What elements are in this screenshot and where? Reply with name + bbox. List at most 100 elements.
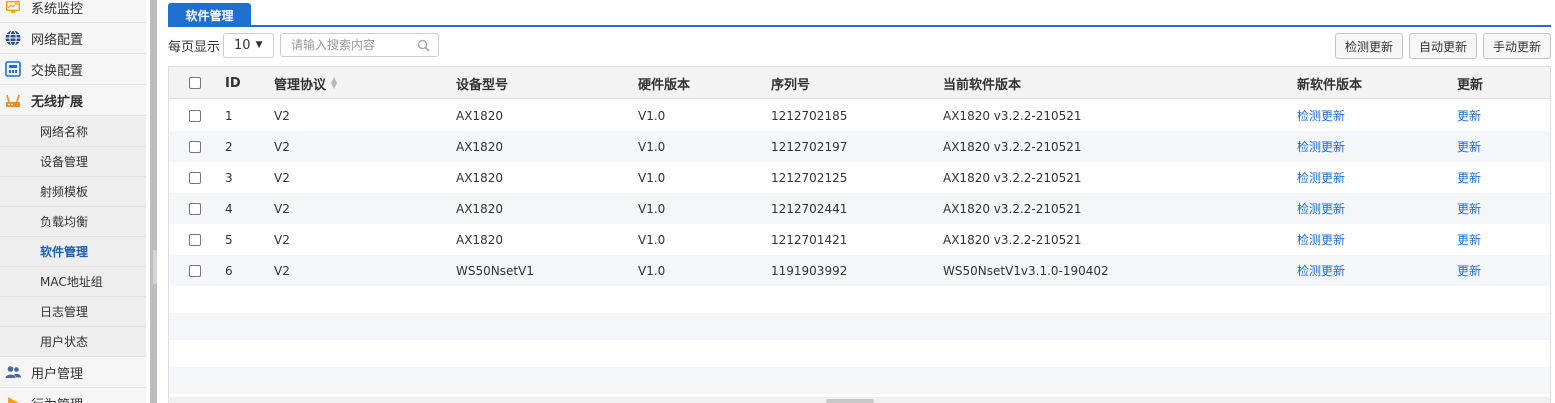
row-checkbox[interactable]	[189, 264, 201, 277]
empty-row	[169, 286, 1550, 313]
update-link[interactable]: 更新	[1457, 224, 1481, 255]
select-all-checkbox[interactable]	[189, 77, 201, 89]
table-row[interactable]: 5 V2 AX1820 V1.0 1212701421 AX1820 v3.2.2-210…	[169, 224, 1550, 255]
cell-serial: 1212701421	[771, 232, 848, 247]
cell-protocol: V2	[274, 201, 290, 216]
auto-update-button[interactable]: 自动更新	[1408, 33, 1477, 59]
sidebar-item-device-management[interactable]: 设备管理	[0, 147, 146, 177]
horizontal-scrollbar[interactable]	[169, 397, 1550, 403]
sidebar-item-label: 射频模板	[40, 185, 89, 199]
sidebar-splitter[interactable]	[150, 0, 157, 403]
row-checkbox[interactable]	[189, 140, 201, 153]
check-update-button[interactable]: 检测更新	[1334, 33, 1403, 59]
sidebar-item-switch-config[interactable]: 交换配置	[0, 54, 146, 85]
sidebar-item-network-config[interactable]: 网络配置	[0, 23, 146, 54]
row-checkbox[interactable]	[189, 171, 201, 184]
action-buttons: 检测更新 自动更新 手动更新	[1334, 33, 1551, 59]
cell-select	[189, 131, 201, 162]
empty-row	[169, 313, 1550, 340]
page-size-value: 10	[234, 37, 251, 53]
check-update-link[interactable]: 检测更新	[1297, 131, 1345, 162]
sidebar: 系统监控 网络配置 交换配置 无线扩展 网络名称 设备管理 射频模板 负载均衡 …	[0, 0, 146, 403]
cell-serial: 1191903992	[771, 263, 848, 278]
sidebar-item-software-management[interactable]: 软件管理	[0, 237, 146, 267]
cell-model: AX1820	[456, 108, 503, 123]
behavior-icon	[4, 394, 22, 403]
header-update: 更新	[1457, 77, 1484, 93]
main-panel: 软件管理 每页显示 10 ▼ 检测更新 自动更新 手动更新	[157, 0, 1555, 403]
cell-model: WS50NsetV1	[456, 263, 534, 278]
sidebar-item-load-balance[interactable]: 负载均衡	[0, 207, 146, 237]
table-row[interactable]: 2 V2 AX1820 V1.0 1212702197 AX1820 v3.2.2-210…	[169, 131, 1550, 162]
row-checkbox[interactable]	[189, 109, 201, 122]
update-link[interactable]: 更新	[1457, 131, 1481, 162]
sidebar-item-rf-template[interactable]: 射频模板	[0, 177, 146, 207]
check-update-link[interactable]: 检测更新	[1297, 193, 1345, 224]
cell-serial: 1212702125	[771, 170, 848, 185]
search-input[interactable]	[281, 34, 407, 56]
row-checkbox[interactable]	[189, 233, 201, 246]
cell-id: 6	[225, 263, 233, 278]
cell-select	[189, 255, 201, 286]
cell-hardware-version: V1.0	[638, 201, 666, 216]
tab-software-management[interactable]: 软件管理	[168, 3, 251, 27]
page-size-select[interactable]: 10 ▼	[223, 32, 275, 58]
sidebar-item-label: 用户状态	[40, 335, 89, 349]
sidebar-item-user-management[interactable]: 用户管理	[0, 357, 146, 388]
sidebar-item-label: 设备管理	[40, 155, 89, 169]
software-table: ID 管理协议 ▲ ▼ 设备型号 硬件版本 序列号 当前软件版本 新软件版本 更新…	[168, 66, 1551, 403]
cell-protocol: V2	[274, 108, 290, 123]
check-update-link[interactable]: 检测更新	[1297, 224, 1345, 255]
sidebar-item-label: 无线扩展	[31, 94, 84, 110]
check-update-link[interactable]: 检测更新	[1297, 162, 1345, 193]
header-new-version: 新软件版本	[1297, 77, 1363, 93]
header-protocol[interactable]: 管理协议 ▲ ▼	[274, 67, 337, 99]
sidebar-item-label: 日志管理	[40, 305, 89, 319]
cell-hardware-version: V1.0	[638, 108, 666, 123]
sidebar-item-network-name[interactable]: 网络名称	[0, 117, 146, 147]
check-update-link[interactable]: 检测更新	[1297, 255, 1345, 286]
sidebar-item-wireless[interactable]: 无线扩展	[0, 85, 146, 116]
table-row[interactable]: 4 V2 AX1820 V1.0 1212702441 AX1820 v3.2.2-210…	[169, 193, 1550, 224]
tab-bar: 软件管理	[168, 3, 1551, 27]
update-link[interactable]: 更新	[1457, 162, 1481, 193]
cell-current-version: AX1820 v3.2.2-210521	[943, 232, 1082, 247]
cell-protocol: V2	[274, 139, 290, 154]
row-checkbox[interactable]	[189, 202, 201, 215]
header-protocol-label: 管理协议	[274, 77, 327, 93]
manual-update-button[interactable]: 手动更新	[1482, 33, 1551, 59]
table-row[interactable]: 3 V2 AX1820 V1.0 1212702125 AX1820 v3.2.2-210…	[169, 162, 1550, 193]
sidebar-item-label: MAC地址组	[40, 275, 103, 289]
sidebar-item-system-monitor[interactable]: 系统监控	[0, 0, 146, 23]
table-row[interactable]: 1 V2 AX1820 V1.0 1212702185 AX1820 v3.2.2-210…	[169, 100, 1550, 131]
sidebar-item-label: 系统监控	[31, 1, 84, 17]
sidebar-item-mac-group[interactable]: MAC地址组	[0, 267, 146, 297]
cell-hardware-version: V1.0	[638, 139, 666, 154]
check-update-link[interactable]: 检测更新	[1297, 100, 1345, 131]
sidebar-item-behavior-management[interactable]: 行为管理	[0, 388, 146, 403]
sidebar-item-label: 负载均衡	[40, 215, 89, 229]
empty-row	[169, 340, 1550, 367]
header-serial: 序列号	[771, 77, 811, 93]
sort-icon[interactable]: ▲ ▼	[331, 76, 337, 90]
cell-select	[189, 224, 201, 255]
table-row[interactable]: 6 V2 WS50NsetV1 V1.0 1191903992 WS50NsetV1v3.…	[169, 255, 1550, 286]
empty-row	[169, 367, 1550, 394]
scrollbar-thumb[interactable]	[826, 399, 874, 403]
table-header: ID 管理协议 ▲ ▼ 设备型号 硬件版本 序列号 当前软件版本 新软件版本 更新	[169, 67, 1550, 99]
update-link[interactable]: 更新	[1457, 255, 1481, 286]
cell-hardware-version: V1.0	[638, 232, 666, 247]
sidebar-item-log-management[interactable]: 日志管理	[0, 297, 146, 327]
update-link[interactable]: 更新	[1457, 193, 1481, 224]
sidebar-item-label: 行为管理	[31, 394, 83, 403]
cell-serial: 1212702197	[771, 139, 848, 154]
cell-serial: 1212702185	[771, 108, 848, 123]
update-link[interactable]: 更新	[1457, 100, 1481, 131]
table-toolbar: 每页显示 10 ▼	[168, 32, 440, 58]
sidebar-item-user-status[interactable]: 用户状态	[0, 327, 146, 357]
sidebar-item-label: 用户管理	[31, 366, 84, 382]
cell-hardware-version: V1.0	[638, 170, 666, 185]
cell-current-version: AX1820 v3.2.2-210521	[943, 170, 1082, 185]
globe-icon	[4, 29, 22, 47]
search-icon[interactable]	[417, 39, 430, 52]
